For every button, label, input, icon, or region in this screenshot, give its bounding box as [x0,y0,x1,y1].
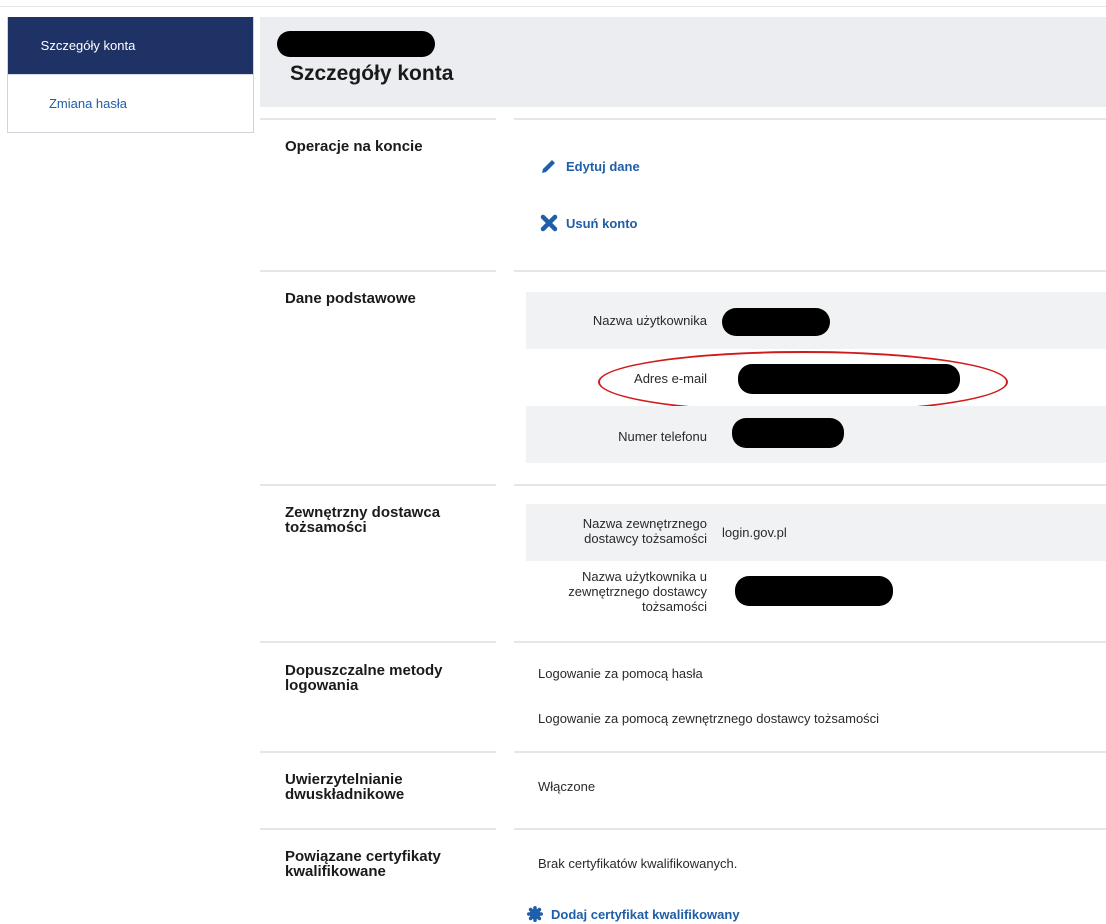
section-divider [514,118,1106,120]
section-title-operations: Operacje na koncie [285,138,423,155]
section-divider [514,828,1106,830]
delete-account-link[interactable]: Usuń konto [540,214,638,232]
pencil-icon [542,160,555,173]
section-divider [260,751,496,753]
section-title-login-methods: Dopuszczalne metody logowania [285,662,443,694]
provider-label: Nazwa zewnętrznego dostawcy tożsamości [582,516,707,546]
certificate-badge-icon [527,906,543,922]
redacted-username-value [722,308,830,336]
two-factor-status: Włączone [538,779,596,794]
page-title: Szczegóły konta [290,62,454,85]
section-divider [514,751,1106,753]
certificates-status: Brak certyfikatów kwalifikowanych. [538,856,738,871]
external-username-label: Nazwa użytkownika u zewnętrznego dostawc… [568,569,707,614]
section-divider [514,270,1106,272]
section-title-identity-provider: Zewnętrzny dostawca tożsamości [285,504,441,536]
close-icon [540,214,558,232]
sidebar-item-account-details[interactable]: Szczegóły konta [8,17,253,74]
section-divider [514,484,1106,486]
section-title-certificates: Powiązane certyfikaty kwalifikowane [285,848,441,880]
section-divider [260,641,496,643]
top-divider [0,6,1106,7]
redacted-external-username [735,576,893,606]
highlight-annotation-oval [598,351,1008,413]
phone-label: Numer telefonu [618,429,707,444]
sidebar-item-label[interactable]: Szczegóły konta [8,17,168,74]
add-certificate-label[interactable]: Dodaj certyfikat kwalifikowany [551,907,740,922]
section-divider [260,118,496,120]
sidebar: Szczegóły konta Zmiana hasła [7,17,254,133]
redacted-username-block [277,31,435,57]
section-divider [514,641,1106,643]
page-header: Szczegóły konta [260,17,1106,107]
sidebar-item-change-password[interactable]: Zmiana hasła [8,74,253,132]
section-title-two-factor: Uwierzytelnianie dwuskładnikowe [285,771,405,803]
section-title-basic-data: Dane podstawowe [285,290,416,307]
login-method-external: Logowanie za pomocą zewnętrznego dostawc… [538,711,880,726]
section-divider [260,270,496,272]
username-label: Nazwa użytkownika [592,313,707,328]
section-divider [260,484,496,486]
sidebar-item-label[interactable]: Zmiana hasła [8,75,168,132]
edit-data-link[interactable]: Edytuj dane [540,157,640,175]
login-method-password: Logowanie za pomocą hasła [538,666,703,681]
redacted-phone-value [732,418,844,448]
edit-data-label[interactable]: Edytuj dane [566,159,640,174]
delete-account-label[interactable]: Usuń konto [566,216,638,231]
section-divider [260,828,496,830]
provider-value: login.gov.pl [722,525,787,540]
add-certificate-link[interactable]: Dodaj certyfikat kwalifikowany [527,906,740,922]
